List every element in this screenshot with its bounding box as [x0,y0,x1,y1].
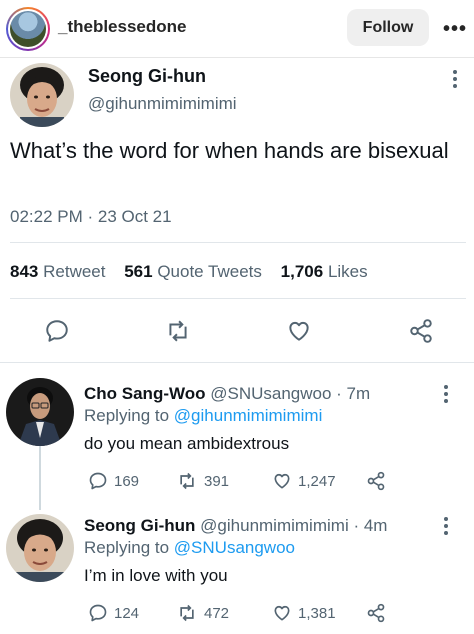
retweet-icon [180,472,194,490]
like-icon [274,605,290,621]
reply-author-name[interactable]: Seong Gi-hun [84,516,195,535]
reply-button[interactable]: 124 [88,602,139,624]
reply-avatar[interactable] [6,514,74,582]
retweet-button[interactable]: 472 [176,602,229,624]
share-icon[interactable] [408,318,434,344]
retweet-count: 472 [204,604,230,622]
replying-to-link[interactable]: @gihunmimimimimi [174,406,323,425]
quote-count[interactable]: 561 [124,262,152,281]
author-avatar[interactable] [10,63,74,127]
divider [10,242,466,243]
reply-icon[interactable] [44,318,70,344]
thread-line [39,446,41,510]
reply-icon [89,472,107,490]
like-icon[interactable] [286,318,312,344]
replying-to-label: Replying to [84,538,170,557]
reply-more-icon[interactable] [443,517,449,538]
retweet-label[interactable]: Retweet [43,262,105,281]
reply-count: 124 [114,604,140,622]
share-button[interactable] [366,602,392,624]
reply-icon [89,604,107,622]
replying-to-link[interactable]: @SNUsangwoo [174,538,295,557]
share-icon [367,471,385,491]
reply-author-handle[interactable]: @SNUsangwoo [210,384,331,403]
reply-author-name[interactable]: Cho Sang-Woo [84,384,206,403]
tweet-stats: 843 Retweet 561 Quote Tweets 1,706 Likes [10,262,368,282]
reply-time[interactable]: · 7m [336,384,370,403]
retweet-button[interactable]: 391 [176,470,229,492]
reply-time[interactable]: · 4m [353,516,387,535]
more-options-icon[interactable]: ••• [443,18,467,41]
reply-count: 169 [114,472,140,490]
like-icon [274,473,290,489]
replying-to: Replying to @gihunmimimimimi [84,406,322,426]
instagram-avatar[interactable] [6,7,50,51]
retweet-count[interactable]: 843 [10,262,38,281]
retweet-count: 391 [204,472,230,490]
share-icon [367,603,385,623]
instagram-post-header: _theblessedone Follow ••• [0,0,474,58]
retweet-icon [180,604,194,622]
like-count: 1,381 [298,604,336,622]
author-name[interactable]: Seong Gi-hun [88,66,206,87]
reply-author-handle[interactable]: @gihunmimimimimi [200,516,349,535]
reply-text: do you mean ambidextrous [84,434,290,453]
author-handle[interactable]: @gihunmimimimimi [88,94,237,114]
instagram-username[interactable]: _theblessedone [58,17,187,37]
tweet-timestamp[interactable]: 02:22 PM · 23 Oct 21 [10,207,172,227]
like-count: 1,247 [298,472,336,490]
tweet-text: What’s the word for when hands are bisex… [10,138,449,163]
like-button[interactable]: 1,381 [272,602,336,624]
like-button[interactable]: 1,247 [272,470,336,492]
quote-label[interactable]: Quote Tweets [157,262,262,281]
reply-actions: 124 472 1,381 [84,602,404,624]
reply-text: I’m in love with you [84,566,228,585]
retweet-icon[interactable] [164,318,192,344]
reply-avatar[interactable] [6,378,74,446]
like-count[interactable]: 1,706 [281,262,324,281]
follow-button[interactable]: Follow [347,9,429,46]
divider [10,298,466,299]
reply-header: Cho Sang-Woo @SNUsangwoo · 7m [84,384,370,404]
tweet-more-icon[interactable] [452,70,458,91]
share-button[interactable] [366,470,392,492]
like-label[interactable]: Likes [328,262,368,281]
reply-header: Seong Gi-hun @gihunmimimimimi · 4m [84,516,387,536]
replying-to-label: Replying to [84,406,170,425]
divider [0,362,474,363]
reply-button[interactable]: 169 [88,470,139,492]
reply-actions: 169 391 1,247 [84,470,404,492]
replying-to: Replying to @SNUsangwoo [84,538,295,558]
reply-more-icon[interactable] [443,385,449,406]
